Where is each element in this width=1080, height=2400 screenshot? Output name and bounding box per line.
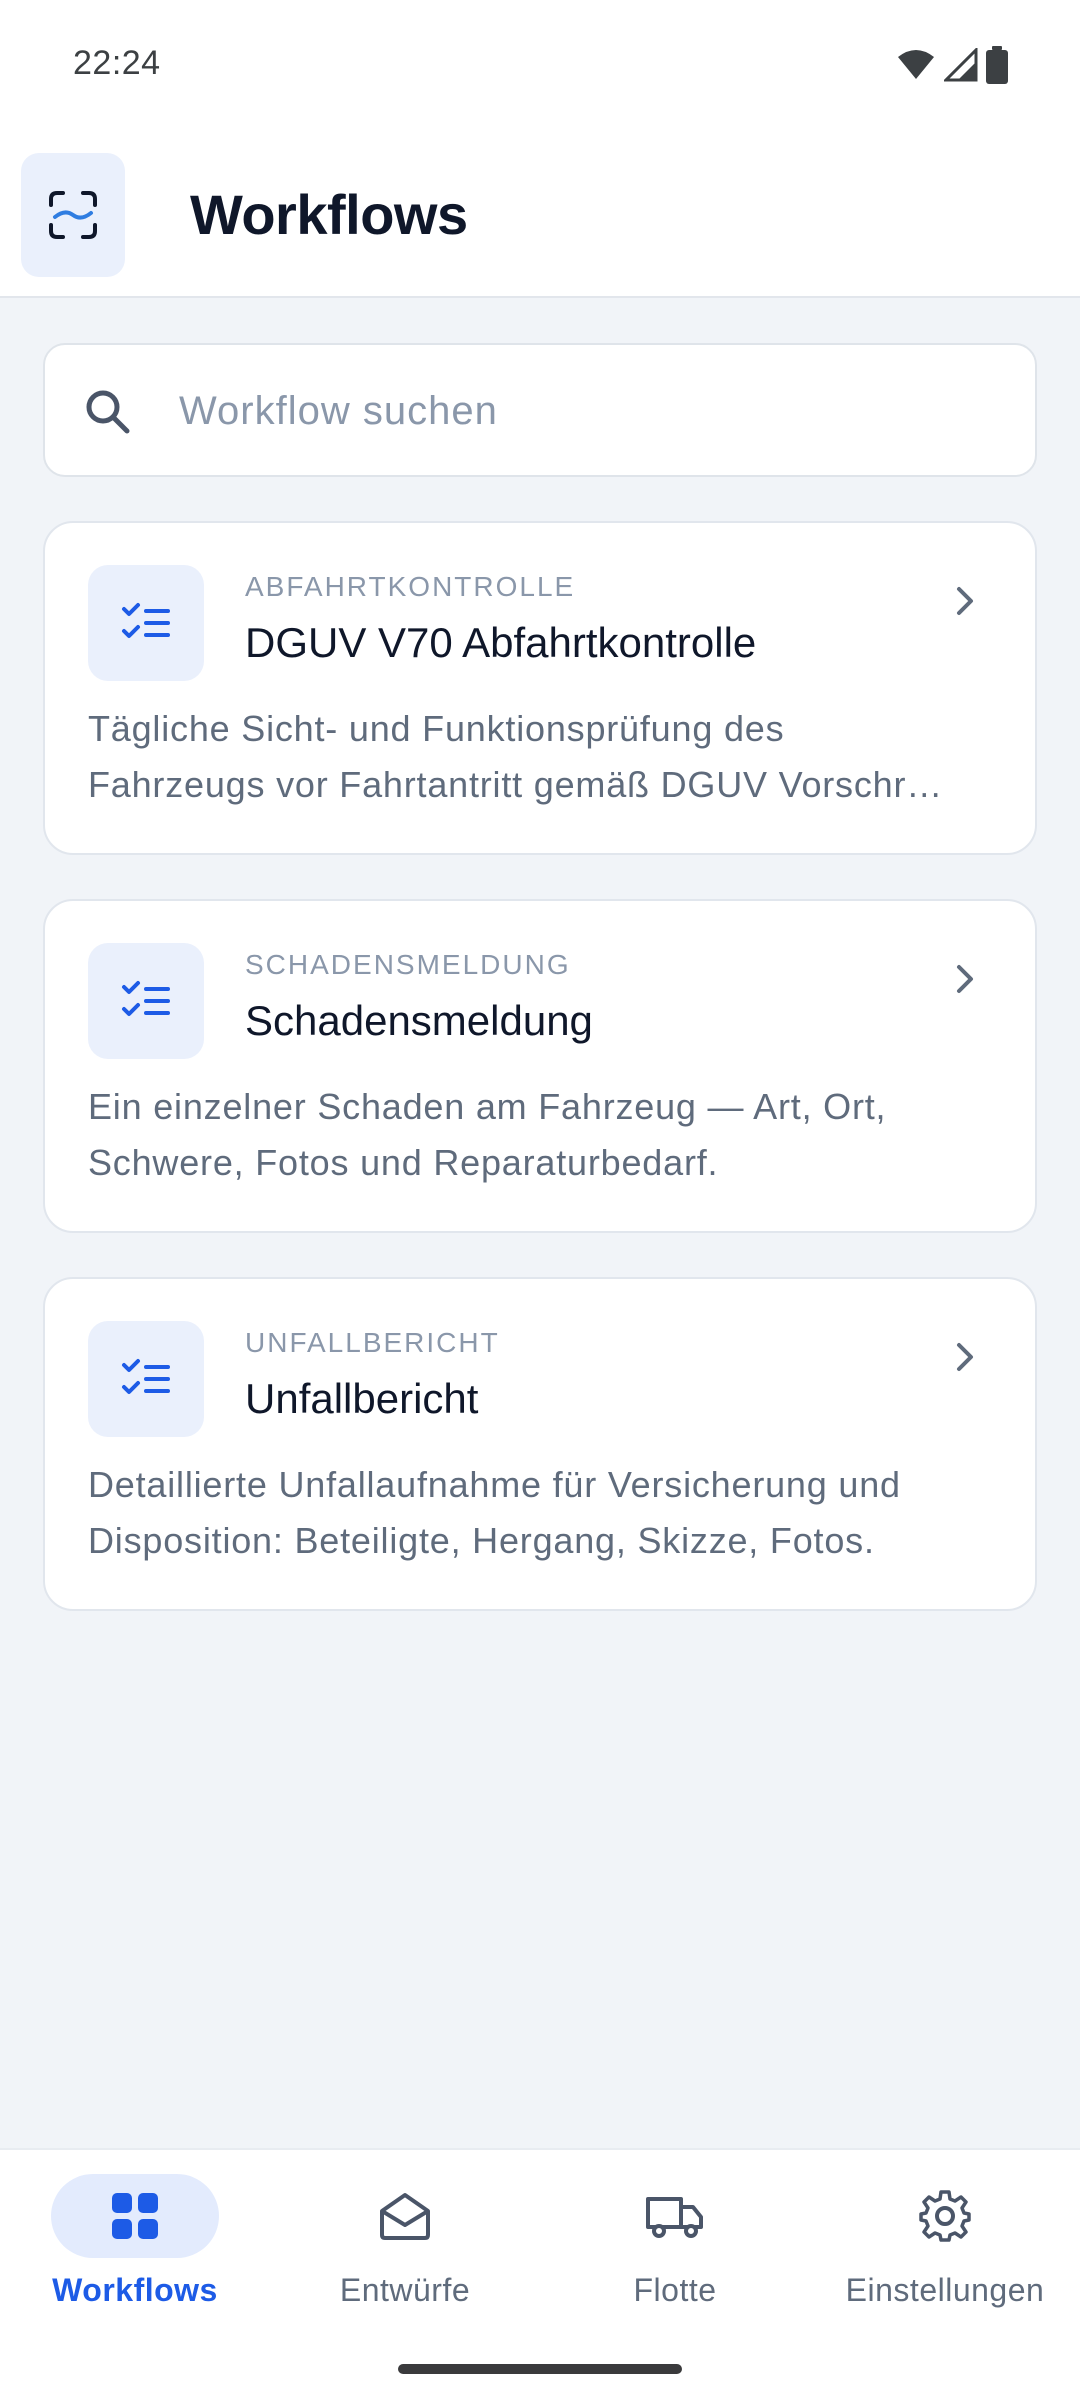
gear-icon (919, 2190, 971, 2242)
workflow-card-schadensmeldung[interactable]: SCHADENSMELDUNG Schadensmeldung Ein einz… (43, 899, 1037, 1233)
chevron-right-icon (957, 587, 973, 615)
workflow-card-unfallbericht[interactable]: UNFALLBERICHT Unfallbericht Detaillierte… (43, 1277, 1037, 1611)
signal-icon (944, 48, 978, 82)
home-indicator[interactable] (398, 2364, 682, 2374)
nav-label: Flotte (633, 2272, 717, 2308)
card-description-line: Fahrzeugs vor Fahrtantritt gemäß DGUV Vo… (88, 764, 944, 805)
checklist-icon (122, 603, 170, 638)
nav-pill (861, 2174, 1029, 2258)
grid-icon (112, 2193, 158, 2239)
envelope-open-icon (380, 2193, 430, 2240)
scan-frame-icon (49, 191, 97, 239)
card-title: Unfallbericht (245, 1375, 479, 1422)
nav-label: Einstellungen (845, 2272, 1045, 2308)
checklist-icon (122, 981, 170, 1016)
nav-item-entwuerfe[interactable]: Entwürfe (270, 2174, 540, 2324)
search-box[interactable] (43, 343, 1037, 477)
search-input[interactable] (179, 379, 999, 443)
app-logo[interactable] (21, 153, 125, 277)
status-icons (896, 46, 1008, 84)
card-description: Detaillierte Unfallaufnahme für Versiche… (88, 1457, 1008, 1569)
nav-item-workflows[interactable]: Workflows (0, 2174, 270, 2324)
card-description: Tägliche Sicht- und Funktionsprüfung des… (88, 701, 1008, 813)
chevron-right-icon (957, 1343, 973, 1371)
card-description-line: Disposition: Beteiligte, Hergang, Skizze… (88, 1520, 875, 1561)
card-title: Schadensmeldung (245, 997, 593, 1044)
card-description: Ein einzelner Schaden am Fahrzeug — Art,… (88, 1079, 1008, 1191)
bottom-nav: Workflows Entwürfe Flotte Einstellungen (0, 2148, 1080, 2400)
chevron-right-icon (957, 965, 973, 993)
card-description-line: Detaillierte Unfallaufnahme für Versiche… (88, 1464, 901, 1505)
page-title: Workflows (190, 183, 468, 246)
truck-icon (646, 2197, 703, 2238)
app-bar: Workflows (0, 132, 1080, 298)
status-time: 22:24 (73, 44, 161, 82)
workflow-card-abfahrtkontrolle[interactable]: ABFAHRTKONTROLLE DGUV V70 Abfahrtkontrol… (43, 521, 1037, 855)
nav-pill (321, 2174, 489, 2258)
status-bar: 22:24 (0, 0, 1080, 132)
nav-label: Entwürfe (339, 2272, 471, 2308)
card-icon-bg (88, 943, 204, 1059)
card-category: SCHADENSMELDUNG (245, 949, 571, 980)
battery-icon (986, 46, 1008, 84)
nav-item-flotte[interactable]: Flotte (540, 2174, 810, 2324)
checklist-icon (122, 1359, 170, 1394)
wifi-icon (898, 50, 934, 79)
card-description-line: Ein einzelner Schaden am Fahrzeug — Art,… (88, 1086, 887, 1127)
nav-pill (51, 2174, 219, 2258)
card-title: DGUV V70 Abfahrtkontrolle (245, 619, 757, 666)
search-icon (86, 390, 130, 434)
card-category: ABFAHRTKONTROLLE (245, 571, 576, 602)
nav-pill (591, 2174, 759, 2258)
nav-item-einstellungen[interactable]: Einstellungen (810, 2174, 1080, 2324)
card-category: UNFALLBERICHT (245, 1327, 500, 1358)
card-icon-bg (88, 565, 204, 681)
nav-label: Workflows (52, 2272, 218, 2308)
card-description-line: Schwere, Fotos und Reparaturbedarf. (88, 1142, 719, 1183)
card-description-line: Tägliche Sicht- und Funktionsprüfung des (88, 708, 785, 749)
card-icon-bg (88, 1321, 204, 1437)
